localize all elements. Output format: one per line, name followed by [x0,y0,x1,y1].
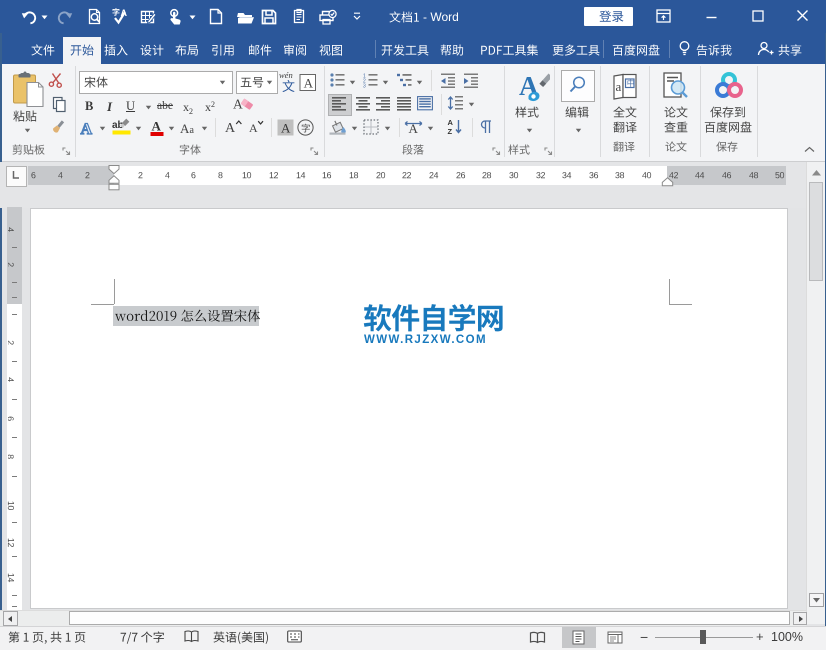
svg-text:wén: wén [279,70,293,80]
svg-text:Z: Z [448,127,453,135]
svg-text:a: a [190,125,195,135]
svg-text:中: 中 [627,78,635,88]
svg-text:A: A [81,121,93,136]
svg-text:A: A [152,119,162,134]
svg-text:3: 3 [363,84,366,88]
svg-text:A: A [225,121,236,135]
svg-text:A: A [180,121,190,135]
svg-text:A: A [304,75,314,90]
svg-text:a: a [616,79,622,94]
svg-text:A: A [281,121,291,136]
svg-text:A: A [249,121,258,135]
svg-text:A: A [448,118,454,127]
